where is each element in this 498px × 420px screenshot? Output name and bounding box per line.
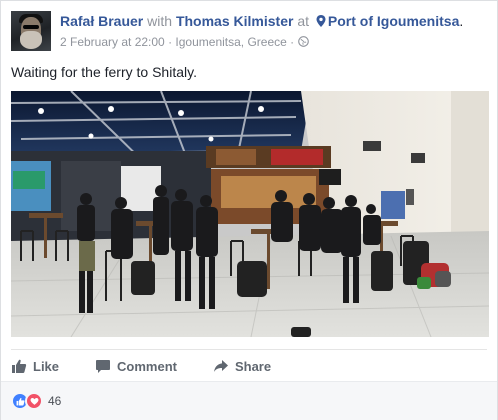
post-headline: Rafał Brauer with Thomas Kilmister at Po…: [60, 13, 464, 29]
place-link[interactable]: Port of Igoumenitsa: [328, 13, 459, 29]
actions-divider: [11, 349, 487, 350]
comment-icon: [96, 360, 111, 373]
at-label: at: [297, 13, 310, 29]
ferry-terminal-photo: [11, 91, 489, 337]
feed-post: Rafał Brauer with Thomas Kilmister at Po…: [0, 0, 498, 420]
share-button[interactable]: Share: [213, 358, 271, 374]
author-name-link[interactable]: Rafał Brauer: [60, 13, 143, 29]
with-label: with: [147, 13, 173, 29]
reactions-bar[interactable]: 46: [1, 381, 497, 420]
reaction-count[interactable]: 46: [48, 394, 61, 408]
like-button[interactable]: Like: [11, 358, 59, 374]
post-text: Waiting for the ferry to Shitaly.: [11, 64, 197, 80]
author-avatar[interactable]: [11, 11, 51, 51]
tagged-friend-link[interactable]: Thomas Kilmister: [176, 13, 293, 29]
share-label: Share: [234, 358, 272, 374]
globe-icon[interactable]: [297, 36, 309, 47]
post-actions: Like Comment Share: [11, 353, 489, 379]
location-pin-icon: [316, 15, 326, 27]
post-photo[interactable]: [11, 91, 489, 337]
reaction-icons: [11, 392, 43, 410]
timestamp-link[interactable]: 2 February at 22:00: [60, 35, 165, 49]
post-subline: 2 February at 22:00 · Igoumenitsa, Greec…: [60, 33, 463, 51]
comment-label: Comment: [117, 358, 177, 374]
thumbs-up-icon: [12, 359, 27, 373]
post-header: Rafał Brauer with Thomas Kilmister at Po…: [11, 11, 463, 51]
location-link[interactable]: Igoumenitsa, Greece: [175, 35, 286, 49]
separator-dot: ·: [290, 35, 295, 49]
like-label: Like: [33, 358, 60, 374]
separator-dot: ·: [168, 35, 173, 49]
share-icon: [213, 360, 228, 372]
love-icon: [25, 392, 43, 410]
comment-button[interactable]: Comment: [95, 358, 177, 374]
post-meta: Rafał Brauer with Thomas Kilmister at Po…: [60, 11, 463, 51]
